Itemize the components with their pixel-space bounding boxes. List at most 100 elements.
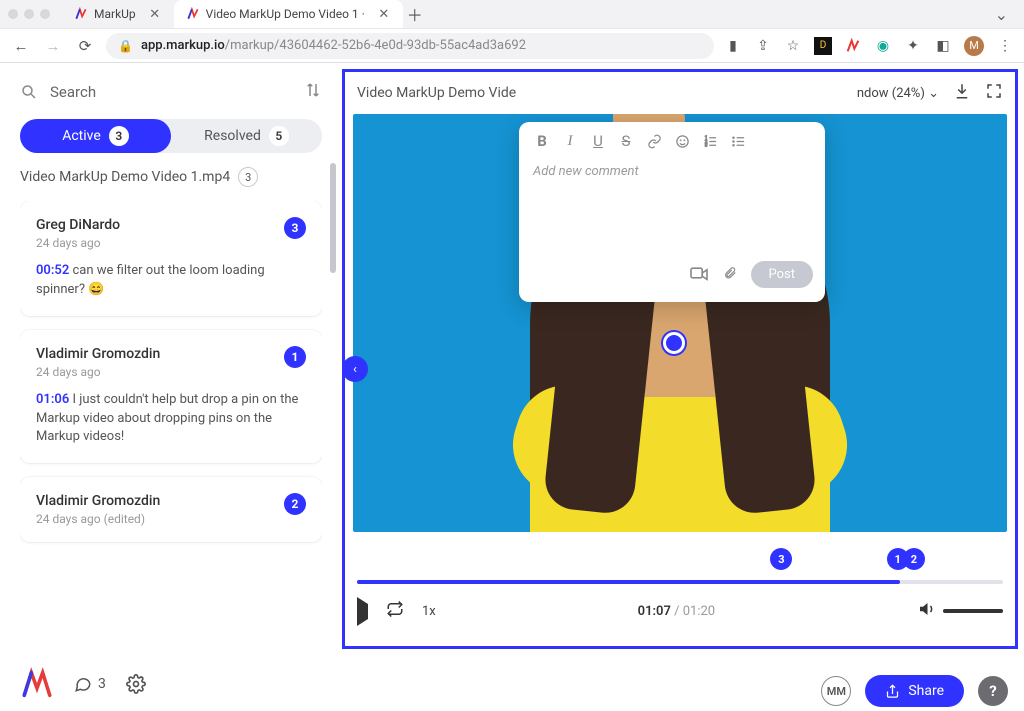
collapse-sidebar-button[interactable]: ‹ — [342, 356, 368, 382]
filter-active[interactable]: Active 3 — [20, 119, 171, 153]
fullscreen-icon — [985, 82, 1003, 100]
unordered-list-button[interactable] — [729, 132, 747, 150]
comment-card[interactable]: Vladimir Gromozdin 24 days ago (edited) … — [20, 477, 322, 542]
record-button[interactable] — [689, 265, 709, 285]
url-host: app.markup.io — [141, 38, 225, 53]
share-icon — [885, 684, 900, 699]
close-tab-icon[interactable]: ✕ — [377, 7, 391, 22]
new-tab-button[interactable]: ＋ — [403, 2, 427, 26]
address-bar[interactable]: 🔒 app.markup.io/markup/43604462-52b6-4e0… — [106, 33, 714, 59]
chat-bubble-icon — [74, 675, 92, 693]
timeline-pins: 3 1 2 — [357, 548, 1003, 570]
comment-input[interactable]: Add new comment — [519, 156, 825, 261]
star-icon[interactable]: ☆ — [784, 37, 802, 55]
search-icon — [20, 83, 38, 101]
video-viewport[interactable]: B I U S 123 Add new comment — [353, 114, 1007, 532]
chevron-down-icon: ⌄ — [928, 86, 939, 101]
close-tab-icon[interactable]: ✕ — [148, 7, 162, 22]
settings-button[interactable] — [126, 674, 146, 694]
attach-button[interactable] — [723, 264, 737, 286]
comment-pin-badge: 3 — [284, 217, 306, 239]
timeline-pin[interactable]: 3 — [770, 548, 792, 570]
share-ext-icon[interactable]: ⇪ — [754, 37, 772, 55]
kebab-menu-icon[interactable]: ⋮ — [996, 37, 1014, 55]
browser-tab-video-markup[interactable]: Video MarkUp Demo Video 1 · ✕ — [174, 0, 403, 28]
file-name: Video MarkUp Demo Video 1.mp4 — [20, 169, 230, 185]
comment-time: 24 days ago (edited) — [36, 512, 160, 526]
url-path: /markup/43604462-52b6-4e0d-93db-55ac4ad3… — [225, 38, 526, 53]
file-comment-count: 3 — [238, 167, 258, 187]
comment-pin-badge: 2 — [284, 493, 306, 515]
comment-author: Vladimir Gromozdin — [36, 346, 160, 362]
loop-button[interactable] — [386, 600, 404, 622]
filter-resolved-label: Resolved — [204, 128, 261, 144]
timeline-track[interactable] — [357, 580, 1003, 584]
file-header[interactable]: Video MarkUp Demo Video 1.mp4 3 — [20, 167, 322, 187]
volume-icon — [917, 600, 935, 618]
comment-card[interactable]: Vladimir Gromozdin 24 days ago 1 01:06 I… — [20, 330, 322, 464]
underline-button[interactable]: U — [589, 132, 607, 150]
speed-button[interactable]: 1x — [422, 604, 436, 619]
emoji-button[interactable] — [673, 132, 691, 150]
extensions-icon[interactable]: ✦ — [904, 37, 922, 55]
italic-button[interactable]: I — [561, 132, 579, 150]
share-button[interactable]: Share — [865, 675, 964, 707]
post-button[interactable]: Post — [751, 261, 814, 288]
comment-body: 00:52 can we filter out the loom loading… — [36, 262, 306, 300]
window-controls[interactable] — [8, 9, 50, 19]
reload-button[interactable]: ⟳ — [74, 37, 96, 55]
ul-icon — [731, 134, 746, 149]
emoji-icon — [675, 134, 690, 149]
editor-toolbar: B I U S 123 — [519, 122, 825, 156]
ordered-list-button[interactable]: 123 — [701, 132, 719, 150]
comment-time: 24 days ago — [36, 236, 120, 250]
user-avatar[interactable]: MM — [821, 676, 851, 706]
zoom-fit-dropdown[interactable]: ndow (24%) ⌄ — [857, 86, 939, 101]
ext-square-icon[interactable]: D — [814, 37, 832, 55]
comments-count-button[interactable]: 3 — [74, 675, 106, 693]
filter-resolved[interactable]: Resolved 5 — [171, 119, 322, 153]
play-icon — [357, 597, 368, 626]
comment-card[interactable]: Greg DiNardo 24 days ago 3 00:52 can we … — [20, 201, 322, 316]
paperclip-icon — [723, 264, 737, 282]
share-label: Share — [908, 683, 944, 699]
bold-button[interactable]: B — [533, 132, 551, 150]
tab-title: Video MarkUp Demo Video 1 · — [206, 7, 365, 21]
fullscreen-button[interactable] — [985, 82, 1003, 104]
grammarly-ext-icon[interactable]: ◉ — [874, 37, 892, 55]
comments-total: 3 — [98, 676, 106, 692]
markup-ext-icon[interactable] — [844, 37, 862, 55]
time-display: 01:07 / 01:20 — [436, 604, 917, 619]
help-button[interactable]: ? — [978, 676, 1008, 706]
expand-tabs-icon[interactable]: ⌄ — [987, 5, 1016, 24]
video-pin-marker[interactable] — [663, 332, 685, 354]
ol-icon: 123 — [703, 134, 718, 149]
sidepanel-icon[interactable]: ◧ — [934, 37, 952, 55]
play-button[interactable] — [357, 604, 368, 619]
tab-title: MarkUp — [94, 7, 136, 21]
profile-avatar[interactable]: M — [964, 36, 984, 56]
video-title: Video MarkUp Demo Vide — [357, 85, 516, 101]
download-button[interactable] — [953, 82, 971, 104]
strike-button[interactable]: S — [617, 132, 635, 150]
comment-popup: B I U S 123 Add new comment — [519, 122, 825, 302]
timeline-pin[interactable]: 2 — [903, 548, 925, 570]
comment-placeholder: Add new comment — [533, 164, 639, 179]
link-button[interactable] — [645, 132, 663, 150]
search-input[interactable]: Search — [20, 83, 96, 101]
video-canvas: Video MarkUp Demo Vide ndow (24%) ⌄ ‹ — [342, 69, 1018, 649]
forward-button[interactable]: → — [42, 37, 64, 55]
loop-icon — [386, 600, 404, 618]
browser-tab-markup[interactable]: MarkUp ✕ — [62, 0, 174, 28]
comment-pin-badge: 1 — [284, 346, 306, 368]
back-button[interactable]: ← — [10, 37, 32, 55]
volume-slider[interactable] — [943, 609, 1003, 613]
markup-favicon-icon — [74, 7, 88, 21]
sort-button[interactable] — [304, 81, 322, 103]
volume-button[interactable] — [917, 600, 935, 622]
scroll-fade — [20, 545, 322, 581]
search-placeholder: Search — [50, 83, 96, 101]
markup-logo-icon[interactable] — [20, 667, 54, 701]
camera-icon[interactable]: ▮ — [724, 37, 742, 55]
download-icon — [953, 82, 971, 100]
